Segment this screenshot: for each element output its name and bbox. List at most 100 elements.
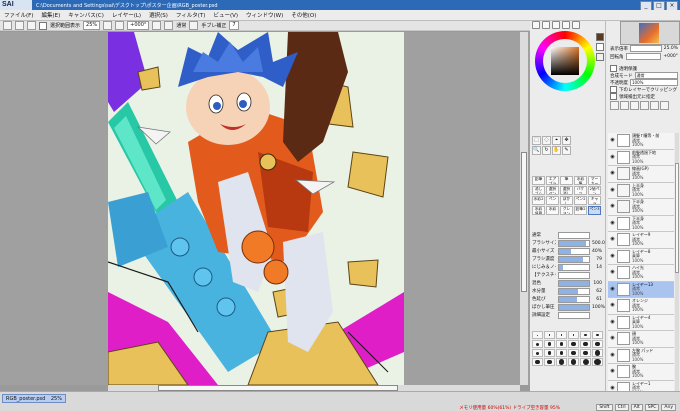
brush-tool[interactable]: クレヨン <box>560 206 573 215</box>
brush-param-row[interactable]: ぼかし筆圧 100% <box>532 303 605 311</box>
menu-layer[interactable]: レイヤー(L) <box>108 11 145 19</box>
magic-wand-tool[interactable]: ⌖ <box>552 136 561 145</box>
brush-size-preset[interactable] <box>544 358 555 366</box>
layer-row[interactable]: ◉ 顔通常 100% <box>608 331 674 348</box>
eye-icon[interactable]: ◉ <box>609 170 616 177</box>
brush-tool[interactable]: 選択消し <box>560 186 573 195</box>
stabilizer-field[interactable]: 7 <box>229 21 239 30</box>
brush-tool-selected[interactable]: ペン3 <box>588 206 601 215</box>
layer-row[interactable]: ◉ レイヤー9 通常 100% <box>608 232 674 249</box>
rotate-tool[interactable]: ↻ <box>542 146 551 155</box>
brush-size-preset[interactable] <box>580 331 591 339</box>
layer-row[interactable]: ◉ 腕通常 100% <box>608 364 674 381</box>
hsv-slider-tab[interactable] <box>552 21 560 29</box>
transparent-color-swatch[interactable] <box>596 53 604 61</box>
layer-row-selected[interactable]: ◉ レイヤー13 通常 100% <box>608 281 674 298</box>
eye-icon[interactable]: ◉ <box>609 154 616 161</box>
brush-param-row[interactable]: 混色 100 <box>532 279 602 287</box>
brush-size-preset[interactable] <box>568 358 579 366</box>
brush-tool[interactable]: ペン <box>546 196 559 205</box>
flip-button[interactable] <box>189 21 199 30</box>
lasso-tool[interactable]: ◌ <box>542 136 551 145</box>
eye-icon[interactable]: ◉ <box>609 352 616 359</box>
vertical-scroll-thumb[interactable] <box>521 152 527 292</box>
brush-param-row[interactable]: 【テクスチャなし】 <box>532 271 602 279</box>
layer-list-scrollbar[interactable] <box>675 133 679 391</box>
brush-param-row[interactable]: 水分量 62 <box>532 287 602 295</box>
layer-row[interactable]: ◉ 頭髪↑瞳等・前 通常 100% <box>608 133 674 150</box>
blend-mode-select[interactable]: 通常 <box>634 72 678 79</box>
merge-down-button[interactable] <box>640 101 649 110</box>
brush-size-preset[interactable] <box>544 331 555 339</box>
brush-tool[interactable]: 選択ペン <box>546 186 559 195</box>
clipping-checkbox[interactable] <box>610 86 617 93</box>
brush-param-row[interactable]: 最小サイズ 40% <box>532 247 602 255</box>
layer-scroll-thumb[interactable] <box>675 163 679 273</box>
navigator-thumbnail[interactable] <box>620 21 680 45</box>
brush-tool[interactable]: 水彩筆 <box>574 176 587 185</box>
primary-color-swatch[interactable] <box>596 33 604 41</box>
scratchpad-tab[interactable] <box>572 21 580 29</box>
undo-button[interactable] <box>3 21 12 30</box>
deselect-button[interactable] <box>27 21 36 30</box>
brush-tool[interactable]: ペン2 <box>574 196 587 205</box>
eye-icon[interactable]: ◉ <box>609 220 616 227</box>
brush-size-preset[interactable] <box>532 331 543 339</box>
brush-size-preset[interactable] <box>556 358 567 366</box>
eye-icon[interactable]: ◉ <box>609 203 616 210</box>
rotate-field[interactable]: +000° <box>127 21 150 30</box>
brush-size-preset[interactable] <box>568 331 579 339</box>
brush-size-preset[interactable] <box>556 331 567 339</box>
normal-view-label[interactable]: 通常 <box>176 22 186 29</box>
layer-row[interactable]: ◉ 下半身 通常 100% <box>608 215 674 232</box>
document-tab[interactable]: RGB_poster.psd 25% <box>2 394 66 403</box>
brush-param-row[interactable]: 通常 <box>532 231 602 239</box>
eye-icon[interactable]: ◉ <box>609 253 616 260</box>
brush-size-preset[interactable] <box>544 340 555 348</box>
brush-size-preset[interactable] <box>532 349 543 357</box>
brush-size-preset[interactable] <box>568 340 579 348</box>
menu-select[interactable]: 選択(S) <box>145 11 172 19</box>
zoom-tool[interactable]: 🔍 <box>532 146 541 155</box>
brush-tool[interactable]: ぼかし <box>560 196 573 205</box>
rgb-slider-tab[interactable] <box>542 21 550 29</box>
rotate-left-button[interactable] <box>152 21 162 30</box>
layer-row[interactable]: ◉ レイヤー8 乗算 100% <box>608 248 674 265</box>
eye-icon[interactable]: ◉ <box>609 368 616 375</box>
protect-alpha-checkbox[interactable] <box>610 65 617 72</box>
brush-size-preset[interactable] <box>532 358 543 366</box>
brush-tool[interactable]: バケツ <box>574 186 587 195</box>
brush-size-preset[interactable] <box>532 340 543 348</box>
layer-row[interactable]: ◉ オレンジ 通常 100% <box>608 298 674 315</box>
layer-row[interactable]: ◉ 下半身 通常 100% <box>608 199 674 216</box>
transfer-down-button[interactable] <box>630 101 639 110</box>
brush-param-row[interactable]: 詳細設定 <box>532 311 602 319</box>
brush-tool[interactable]: 水彩 <box>546 206 559 215</box>
brush-tool[interactable]: エアブラシ <box>546 176 559 185</box>
color-square[interactable] <box>551 47 579 75</box>
navigator-zoom-slider[interactable] <box>630 45 662 52</box>
show-selection-checkbox[interactable] <box>39 21 47 30</box>
color-wheel-tab[interactable] <box>532 21 540 29</box>
rotate-right-button[interactable] <box>164 21 174 30</box>
brush-size-preset[interactable] <box>592 358 603 366</box>
select-rect-tool[interactable]: ⬚ <box>532 136 541 145</box>
menu-view[interactable]: ビュー(V) <box>209 11 242 19</box>
brush-tool[interactable]: 水彩境界 <box>532 206 545 215</box>
brush-param-row[interactable]: ブラシサイズ500.0 <box>532 239 605 247</box>
brush-size-preset[interactable] <box>592 331 603 339</box>
move-tool[interactable]: ✥ <box>562 136 571 145</box>
layer-row[interactable]: ◉ 前髪透過下地 通常 100% <box>608 149 674 166</box>
brush-size-preset[interactable] <box>568 349 579 357</box>
menu-file[interactable]: ファイル(F) <box>0 11 37 19</box>
zoom-in-button[interactable] <box>115 21 125 30</box>
redo-button[interactable] <box>15 21 24 30</box>
layer-row[interactable]: ◉ 左腕 パッド 通常 100% <box>608 347 674 364</box>
brush-tool[interactable]: マーカー <box>588 176 601 185</box>
zoom-field[interactable]: 25% <box>83 21 101 30</box>
brush-size-preset[interactable] <box>580 340 591 348</box>
new-folder-button[interactable] <box>620 101 629 110</box>
eye-icon[interactable]: ◉ <box>609 236 616 243</box>
brush-tool[interactable]: 水彩2 <box>532 196 545 205</box>
menu-other[interactable]: その他(O) <box>287 11 320 19</box>
